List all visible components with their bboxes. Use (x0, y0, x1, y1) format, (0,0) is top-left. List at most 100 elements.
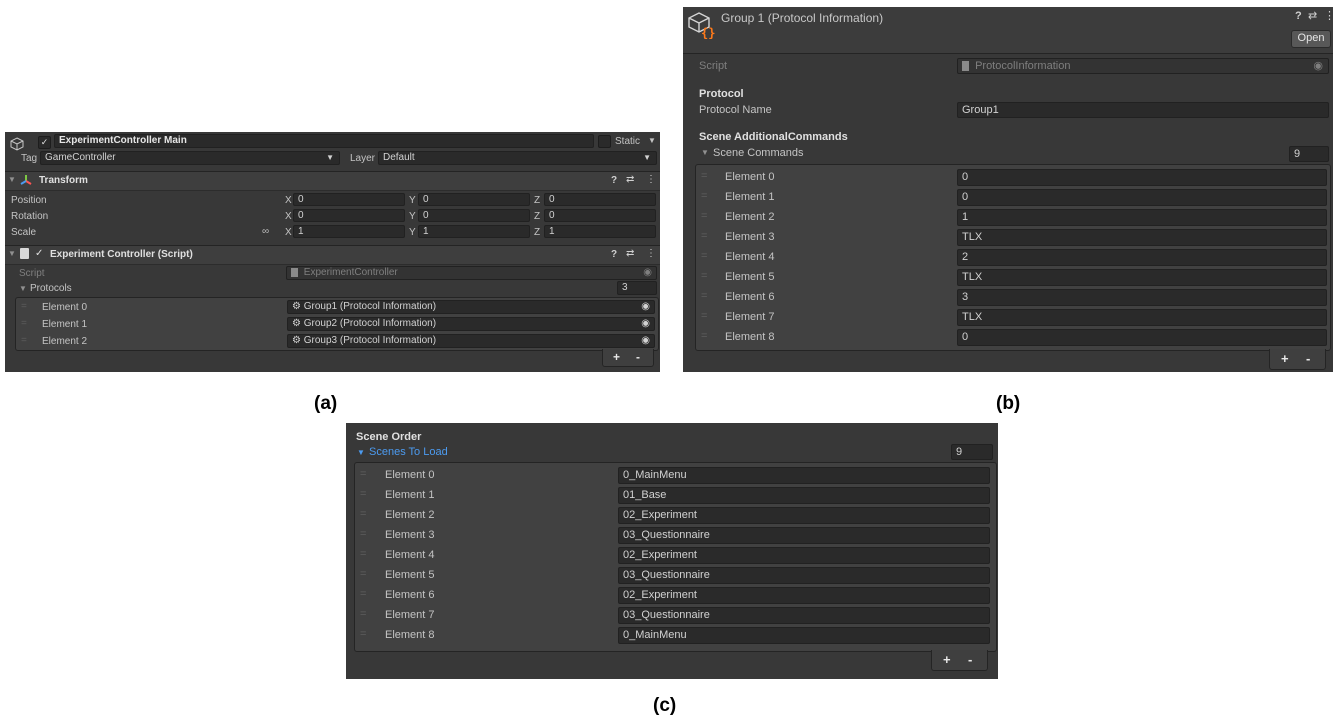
drag-handle-icon[interactable]: = (701, 270, 707, 282)
drag-handle-icon[interactable]: = (701, 290, 707, 302)
drag-handle-icon[interactable]: = (360, 608, 366, 620)
scene-commands-count-field[interactable]: 9 (1289, 146, 1329, 162)
foldout-triangle-icon[interactable]: ▼ (8, 175, 16, 184)
remove-element-button[interactable]: - (1306, 351, 1310, 366)
drag-handle-icon[interactable]: = (360, 508, 366, 520)
drag-handle-icon[interactable]: = (701, 230, 707, 242)
axis-x-label[interactable]: X (285, 227, 292, 238)
protocol-name-field[interactable]: Group1 (957, 102, 1329, 118)
scene-name-field[interactable]: 0_MainMenu (618, 467, 990, 484)
rotation-y-field[interactable]: 0 (418, 209, 530, 222)
axis-x-label[interactable]: X (285, 211, 292, 222)
protocols-count-field[interactable]: 3 (617, 281, 657, 295)
more-icon[interactable]: ⋮ (1324, 9, 1333, 22)
axis-z-label[interactable]: Z (534, 195, 540, 206)
help-icon[interactable]: ? (1295, 10, 1302, 22)
add-element-button[interactable]: + (1281, 351, 1289, 366)
axis-y-label[interactable]: Y (409, 227, 416, 238)
drag-handle-icon[interactable]: = (360, 528, 366, 540)
drag-handle-icon[interactable]: = (360, 568, 366, 580)
element-value-field[interactable]: 2 (957, 249, 1327, 266)
scene-name-field[interactable]: 02_Experiment (618, 507, 990, 524)
drag-handle-icon[interactable]: = (701, 250, 707, 262)
protocols-label[interactable]: Protocols (30, 283, 72, 294)
rotation-z-field[interactable]: 0 (544, 209, 656, 222)
element-value-field[interactable]: 0 (957, 329, 1327, 346)
remove-element-button[interactable]: - (968, 652, 972, 667)
drag-handle-icon[interactable]: = (360, 628, 366, 640)
scale-y-field[interactable]: 1 (418, 225, 530, 238)
foldout-triangle-icon[interactable]: ▼ (8, 249, 16, 258)
element-value-field[interactable]: 3 (957, 289, 1327, 306)
rotation-x-field[interactable]: 0 (293, 209, 405, 222)
element-value-field[interactable]: 0 (957, 189, 1327, 206)
drag-handle-icon[interactable]: = (360, 468, 366, 480)
object-name-field[interactable]: ExperimentController Main (54, 134, 594, 148)
scene-commands-label[interactable]: Scene Commands (713, 147, 804, 159)
help-icon[interactable]: ? (611, 175, 617, 186)
axis-x-label[interactable]: X (285, 195, 292, 206)
drag-handle-icon[interactable]: = (360, 488, 366, 500)
object-field[interactable]: ⚙ Group2 (Protocol Information) ◉ (287, 317, 655, 331)
scenes-count-field[interactable]: 9 (951, 444, 993, 460)
settings-icon[interactable]: ⇄ (626, 248, 634, 259)
help-icon[interactable]: ? (611, 249, 617, 260)
scene-name-field[interactable]: 03_Questionnaire (618, 567, 990, 584)
object-field[interactable]: ⚙ Group3 (Protocol Information) ◉ (287, 334, 655, 348)
scene-name-field[interactable]: 03_Questionnaire (618, 607, 990, 624)
settings-icon[interactable]: ⇄ (626, 174, 634, 185)
settings-icon[interactable]: ⇄ (1308, 9, 1317, 22)
drag-handle-icon[interactable]: = (21, 335, 27, 346)
axis-y-label[interactable]: Y (409, 211, 416, 222)
scenes-to-load-label[interactable]: Scenes To Load (369, 446, 448, 458)
foldout-triangle-icon[interactable]: ▼ (701, 148, 709, 157)
drag-handle-icon[interactable]: = (701, 170, 707, 182)
position-y-field[interactable]: 0 (418, 193, 530, 206)
axis-z-label[interactable]: Z (534, 211, 540, 222)
static-checkbox[interactable] (598, 135, 611, 148)
more-icon[interactable]: ⋮ (646, 248, 656, 259)
drag-handle-icon[interactable]: = (360, 588, 366, 600)
scale-z-field[interactable]: 1 (544, 225, 656, 238)
axis-z-label[interactable]: Z (534, 227, 540, 238)
element-value-field[interactable]: TLX (957, 309, 1327, 326)
drag-handle-icon[interactable]: = (360, 548, 366, 560)
position-x-field[interactable]: 0 (293, 193, 405, 206)
drag-handle-icon[interactable]: = (21, 318, 27, 329)
link-icon[interactable]: ∞ (262, 226, 269, 237)
element-value-field[interactable]: TLX (957, 229, 1327, 246)
element-value-field[interactable]: 1 (957, 209, 1327, 226)
drag-handle-icon[interactable]: = (701, 210, 707, 222)
drag-handle-icon[interactable]: = (701, 330, 707, 342)
position-z-field[interactable]: 0 (544, 193, 656, 206)
component-header[interactable]: ▼ ✓ Experiment Controller (Script) ? ⇄ ⋮ (5, 245, 660, 265)
scene-name-field[interactable]: 01_Base (618, 487, 990, 504)
add-element-button[interactable]: + (943, 652, 951, 667)
remove-element-button[interactable]: - (636, 350, 640, 364)
open-button[interactable]: Open (1291, 30, 1331, 48)
component-enabled-checkbox-icon[interactable]: ✓ (35, 248, 43, 259)
drag-handle-icon[interactable]: = (701, 310, 707, 322)
element-value-field[interactable]: TLX (957, 269, 1327, 286)
scene-name-field[interactable]: 02_Experiment (618, 547, 990, 564)
object-field[interactable]: ⚙ Group1 (Protocol Information) ◉ (287, 300, 655, 314)
scene-name-field[interactable]: 03_Questionnaire (618, 527, 990, 544)
scene-name-field[interactable]: 02_Experiment (618, 587, 990, 604)
foldout-triangle-icon[interactable]: ▼ (19, 284, 27, 293)
tag-dropdown[interactable]: GameController ▼ (40, 151, 340, 165)
add-element-button[interactable]: + (613, 350, 620, 364)
transform-header[interactable]: ▼ Transform ? ⇄ ⋮ (5, 171, 660, 191)
axis-y-label[interactable]: Y (409, 195, 416, 206)
more-icon[interactable]: ⋮ (646, 174, 656, 185)
static-label[interactable]: Static (615, 136, 640, 147)
drag-handle-icon[interactable]: = (21, 301, 27, 312)
object-picker-icon[interactable]: ◉ (641, 318, 650, 330)
layer-dropdown[interactable]: Default ▼ (378, 151, 657, 165)
drag-handle-icon[interactable]: = (701, 190, 707, 202)
object-picker-icon[interactable]: ◉ (641, 301, 650, 313)
element-value-field[interactable]: 0 (957, 169, 1327, 186)
object-picker-icon[interactable]: ◉ (641, 335, 650, 347)
scene-name-field[interactable]: 0_MainMenu (618, 627, 990, 644)
foldout-triangle-icon[interactable]: ▼ (357, 448, 365, 457)
active-checkbox-icon[interactable]: ✓ (38, 136, 51, 149)
